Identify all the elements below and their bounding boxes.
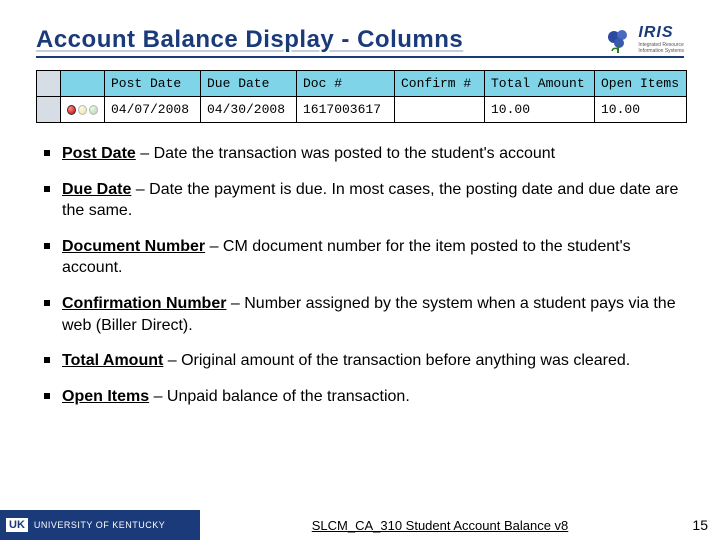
- desc: – Unpaid balance of the transaction.: [149, 388, 410, 405]
- bullet-list: Post Date – Date the transaction was pos…: [40, 143, 680, 407]
- col-status-header: [61, 71, 105, 97]
- cell-doc: 1617003617: [297, 97, 395, 123]
- flower-icon: [604, 25, 634, 53]
- col-total-header: Total Amount: [485, 71, 595, 97]
- header: Account Balance Display - Columns IRIS I…: [36, 24, 684, 58]
- col-open-header: Open Items: [595, 71, 687, 97]
- col-post-date-header: Post Date: [105, 71, 201, 97]
- desc: – Original amount of the transaction bef…: [163, 352, 630, 369]
- cell-total: 10.00: [485, 97, 595, 123]
- table-row: 04/07/2008 04/30/2008 1617003617 10.00 1…: [37, 97, 687, 123]
- uk-text: UNIVERSITY OF KENTUCKY: [34, 520, 165, 530]
- slide: Account Balance Display - Columns IRIS I…: [0, 0, 720, 540]
- term: Open Items: [62, 388, 149, 405]
- uk-logo: UK UNIVERSITY OF KENTUCKY: [0, 510, 200, 540]
- list-item: Document Number – CM document number for…: [40, 236, 680, 279]
- list-item: Open Items – Unpaid balance of the trans…: [40, 386, 680, 408]
- footer: UK UNIVERSITY OF KENTUCKY SLCM_CA_310 St…: [0, 510, 720, 540]
- columns-table: Post Date Due Date Doc # Confirm # Total…: [36, 70, 687, 123]
- cell-due-date: 04/30/2008: [201, 97, 297, 123]
- cell-confirm: [395, 97, 485, 123]
- status-yellow-icon: [78, 105, 87, 115]
- status-green-icon: [89, 105, 98, 115]
- term: Post Date: [62, 145, 136, 162]
- desc: – Date the transaction was posted to the…: [136, 145, 555, 162]
- uk-badge: UK: [6, 518, 28, 532]
- col-doc-header: Doc #: [297, 71, 395, 97]
- term: Document Number: [62, 238, 205, 255]
- cell-status: [61, 97, 105, 123]
- page-number: 15: [680, 517, 720, 533]
- footer-title: SLCM_CA_310 Student Account Balance v8: [200, 518, 680, 533]
- term: Due Date: [62, 181, 131, 198]
- col-due-date-header: Due Date: [201, 71, 297, 97]
- status-red-icon: [67, 105, 76, 115]
- cell-check: [37, 97, 61, 123]
- desc: – Date the payment is due. In most cases…: [62, 181, 678, 220]
- page-title: Account Balance Display - Columns: [36, 26, 463, 54]
- iris-logo: IRIS Integrated Resource Information Sys…: [604, 24, 684, 54]
- cell-post-date: 04/07/2008: [105, 97, 201, 123]
- list-item: Total Amount – Original amount of the tr…: [40, 350, 680, 372]
- list-item: Due Date – Date the payment is due. In m…: [40, 179, 680, 222]
- col-confirm-header: Confirm #: [395, 71, 485, 97]
- col-check-header: [37, 71, 61, 97]
- term: Confirmation Number: [62, 295, 226, 312]
- term: Total Amount: [62, 352, 163, 369]
- list-item: Confirmation Number – Number assigned by…: [40, 293, 680, 336]
- list-item: Post Date – Date the transaction was pos…: [40, 143, 680, 165]
- table-header-row: Post Date Due Date Doc # Confirm # Total…: [37, 71, 687, 97]
- iris-logo-text: IRIS: [638, 24, 684, 42]
- iris-logo-sub2: Information Systems: [638, 48, 684, 54]
- cell-open: 10.00: [595, 97, 687, 123]
